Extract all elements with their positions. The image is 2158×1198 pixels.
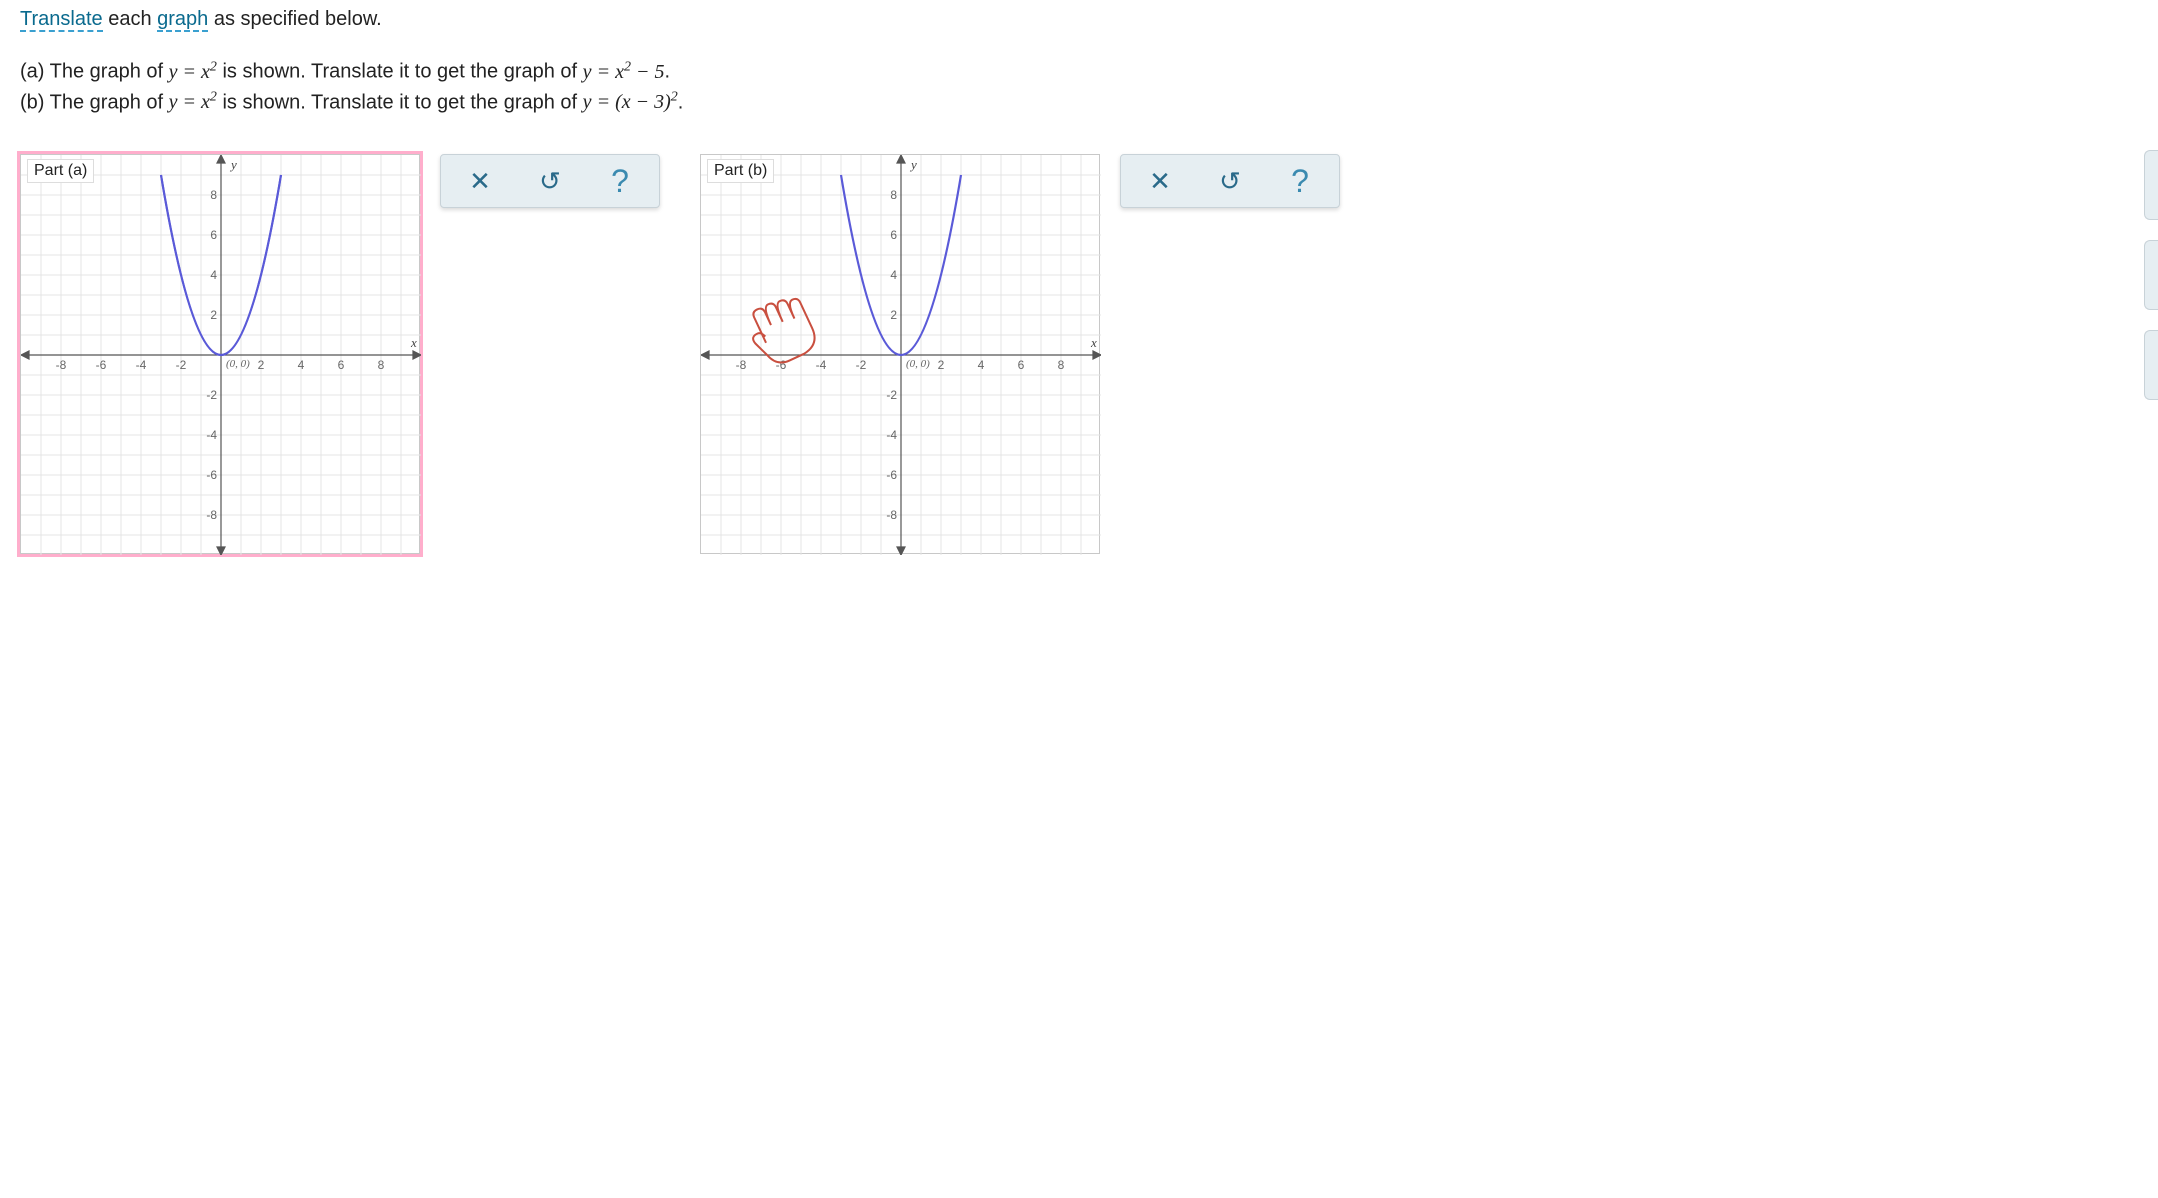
- prompt-b: (b) The graph of y = x2 is shown. Transl…: [20, 90, 2138, 115]
- instruction-tail: as specified below.: [208, 8, 381, 30]
- instruction-mid: each: [103, 8, 157, 30]
- svg-text:-6: -6: [776, 358, 787, 372]
- svg-text:2: 2: [258, 358, 265, 372]
- toolbar-b: ✕ ↺ ?: [1120, 154, 1340, 208]
- svg-text:-2: -2: [856, 358, 867, 372]
- svg-text:-2: -2: [886, 388, 897, 402]
- help-icon: ?: [1291, 163, 1309, 200]
- help-button[interactable]: ?: [1265, 159, 1335, 203]
- svg-text:y: y: [229, 157, 237, 172]
- svg-text:-8: -8: [886, 508, 897, 522]
- prompt-a: (a) The graph of y = x2 is shown. Transl…: [20, 59, 2138, 84]
- term-translate[interactable]: Translate: [20, 8, 103, 32]
- side-tab-3[interactable]: [2144, 330, 2158, 400]
- x-icon: ✕: [1149, 166, 1171, 197]
- svg-text:8: 8: [210, 188, 217, 202]
- svg-text:-6: -6: [96, 358, 107, 372]
- svg-text:4: 4: [298, 358, 305, 372]
- graph-svg-a: 2 4 6 8 -2 -4 -6 -8 2 4 6 8 -2 -4 -6: [21, 155, 421, 555]
- undo-button[interactable]: ↺: [515, 159, 585, 203]
- svg-text:-2: -2: [206, 388, 217, 402]
- svg-text:2: 2: [938, 358, 945, 372]
- legend-a: Part (a): [27, 159, 94, 183]
- side-tabs: [2144, 150, 2158, 400]
- instruction-text: Translate each graph as specified below.: [20, 8, 2138, 31]
- svg-text:-4: -4: [206, 428, 217, 442]
- svg-text:y: y: [909, 157, 917, 172]
- side-tab-1[interactable]: [2144, 150, 2158, 220]
- clear-button[interactable]: ✕: [1125, 159, 1195, 203]
- side-tab-2[interactable]: [2144, 240, 2158, 310]
- svg-text:(0, 0): (0, 0): [906, 358, 930, 370]
- svg-text:8: 8: [1058, 358, 1065, 372]
- graph-canvas-a[interactable]: Part (a) 2 4: [20, 154, 420, 554]
- undo-icon: ↺: [1219, 166, 1241, 197]
- svg-text:8: 8: [378, 358, 385, 372]
- clear-button[interactable]: ✕: [445, 159, 515, 203]
- help-icon: ?: [611, 163, 629, 200]
- legend-b: Part (b): [707, 159, 774, 183]
- svg-text:6: 6: [1018, 358, 1025, 372]
- svg-text:2: 2: [890, 308, 897, 322]
- svg-text:-4: -4: [886, 428, 897, 442]
- svg-text:-6: -6: [886, 468, 897, 482]
- svg-text:2: 2: [210, 308, 217, 322]
- svg-text:-8: -8: [206, 508, 217, 522]
- svg-text:-4: -4: [816, 358, 827, 372]
- svg-text:x: x: [410, 335, 417, 350]
- svg-text:-6: -6: [206, 468, 217, 482]
- help-button[interactable]: ?: [585, 159, 655, 203]
- svg-text:8: 8: [890, 188, 897, 202]
- svg-text:4: 4: [978, 358, 985, 372]
- svg-text:-4: -4: [136, 358, 147, 372]
- part-b-block: Part (b) 2 4 6 8: [700, 154, 1340, 554]
- svg-text:-2: -2: [176, 358, 187, 372]
- x-icon: ✕: [469, 166, 491, 197]
- undo-button[interactable]: ↺: [1195, 159, 1265, 203]
- toolbar-a: ✕ ↺ ?: [440, 154, 660, 208]
- svg-text:-8: -8: [56, 358, 67, 372]
- svg-text:(0, 0): (0, 0): [226, 358, 250, 370]
- graph-canvas-b[interactable]: Part (b) 2 4 6 8: [700, 154, 1100, 554]
- svg-text:x: x: [1090, 335, 1097, 350]
- undo-icon: ↺: [539, 166, 561, 197]
- graph-svg-b: 2 4 6 8 -2 -4 -6 -8 2 4 6 8 -2 -4 -6: [701, 155, 1101, 555]
- svg-text:6: 6: [890, 228, 897, 242]
- part-a-block: Part (a) 2 4: [20, 154, 660, 554]
- svg-text:-8: -8: [736, 358, 747, 372]
- svg-text:6: 6: [210, 228, 217, 242]
- svg-text:4: 4: [890, 268, 897, 282]
- svg-text:4: 4: [210, 268, 217, 282]
- svg-text:6: 6: [338, 358, 345, 372]
- term-graph[interactable]: graph: [157, 8, 208, 32]
